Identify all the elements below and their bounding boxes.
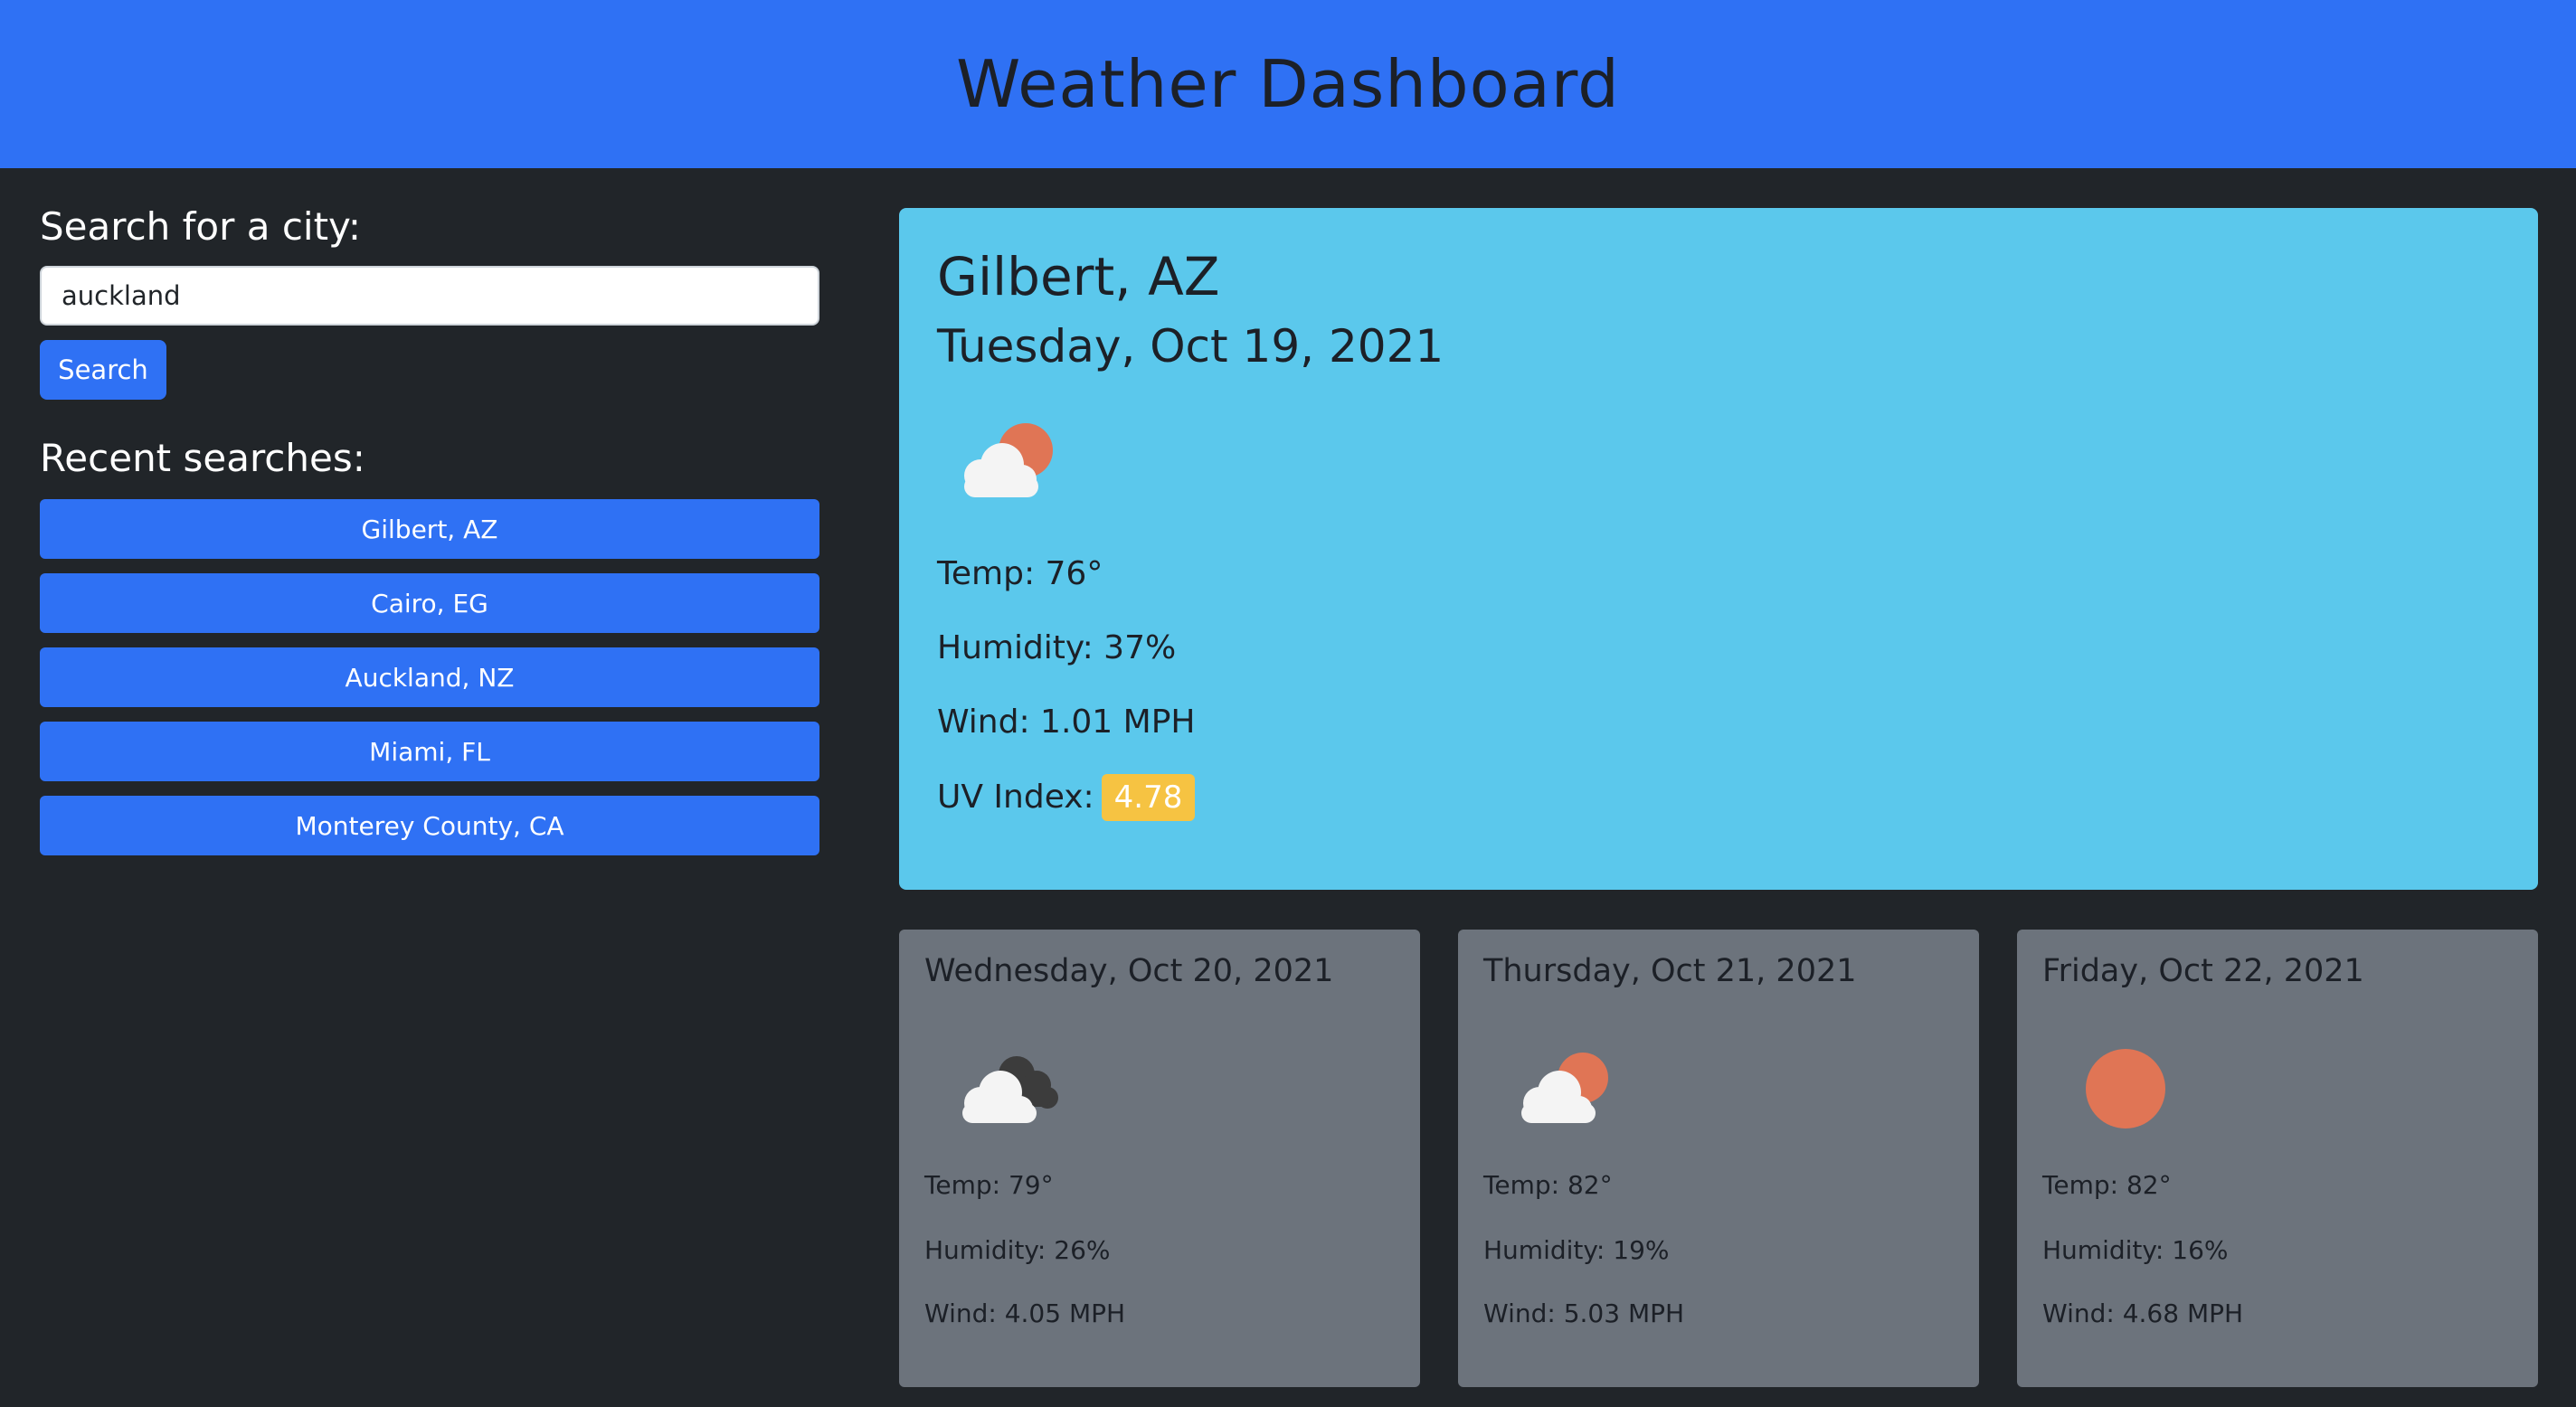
page-header: Weather Dashboard bbox=[0, 0, 2576, 168]
partly-cloudy-icon bbox=[964, 423, 1053, 497]
sun-icon bbox=[2086, 1049, 2165, 1128]
recent-search-auckland[interactable]: Auckland, NZ bbox=[40, 647, 819, 707]
forecast-date: Wednesday, Oct 20, 2021 bbox=[924, 953, 1334, 989]
recent-search-gilbert[interactable]: Gilbert, AZ bbox=[40, 499, 819, 559]
forecast-temp: Temp: 82° bbox=[1483, 1170, 1613, 1200]
forecast-wind: Wind: 4.05 MPH bbox=[924, 1298, 1126, 1328]
current-wind: Wind: 1.01 MPH bbox=[937, 704, 1196, 741]
forecast-temp: Temp: 79° bbox=[924, 1170, 1054, 1200]
sidebar: Search for a city: Search Recent searche… bbox=[40, 204, 819, 855]
search-input[interactable] bbox=[40, 266, 819, 326]
current-temp: Temp: 76° bbox=[937, 555, 1103, 592]
forecast-date: Thursday, Oct 21, 2021 bbox=[1483, 953, 1857, 989]
forecast-card-day-2: Thursday, Oct 21, 2021 Temp: 82° Humidit… bbox=[1458, 930, 1979, 1387]
forecast-wind: Wind: 4.68 MPH bbox=[2042, 1298, 2244, 1328]
forecast-date: Friday, Oct 22, 2021 bbox=[2042, 953, 2364, 989]
partly-cloudy-icon bbox=[1521, 1053, 1608, 1123]
current-humidity: Humidity: 37% bbox=[937, 629, 1177, 666]
current-city: Gilbert, AZ bbox=[937, 246, 1220, 307]
current-weather-card: Gilbert, AZ Tuesday, Oct 19, 2021 Temp: … bbox=[899, 208, 2538, 890]
recent-search-monterey[interactable]: Monterey County, CA bbox=[40, 796, 819, 855]
forecast-humidity: Humidity: 19% bbox=[1483, 1235, 1670, 1265]
search-label: Search for a city: bbox=[40, 204, 362, 249]
recent-searches-list: Gilbert, AZ Cairo, EG Auckland, NZ Miami… bbox=[40, 499, 819, 870]
forecast-humidity: Humidity: 16% bbox=[2042, 1235, 2229, 1265]
uv-label: UV Index: bbox=[937, 779, 1094, 816]
forecast-temp: Temp: 82° bbox=[2042, 1170, 2172, 1200]
current-uv: UV Index: 4.78 bbox=[937, 774, 1196, 821]
page-title: Weather Dashboard bbox=[956, 46, 1620, 122]
recent-search-cairo[interactable]: Cairo, EG bbox=[40, 573, 819, 633]
search-button[interactable]: Search bbox=[40, 340, 166, 400]
forecast-card-day-1: Wednesday, Oct 20, 2021 Temp: 79° Humidi… bbox=[899, 930, 1420, 1387]
forecast-card-day-3: Friday, Oct 22, 2021 Temp: 82° Humidity:… bbox=[2017, 930, 2538, 1387]
broken-clouds-icon bbox=[962, 1056, 1058, 1123]
recent-search-miami[interactable]: Miami, FL bbox=[40, 722, 819, 781]
uv-index-badge: 4.78 bbox=[1101, 774, 1196, 821]
forecast-wind: Wind: 5.03 MPH bbox=[1483, 1298, 1685, 1328]
current-date: Tuesday, Oct 19, 2021 bbox=[937, 320, 1444, 373]
recent-searches-title: Recent searches: bbox=[40, 436, 365, 480]
forecast-humidity: Humidity: 26% bbox=[924, 1235, 1111, 1265]
